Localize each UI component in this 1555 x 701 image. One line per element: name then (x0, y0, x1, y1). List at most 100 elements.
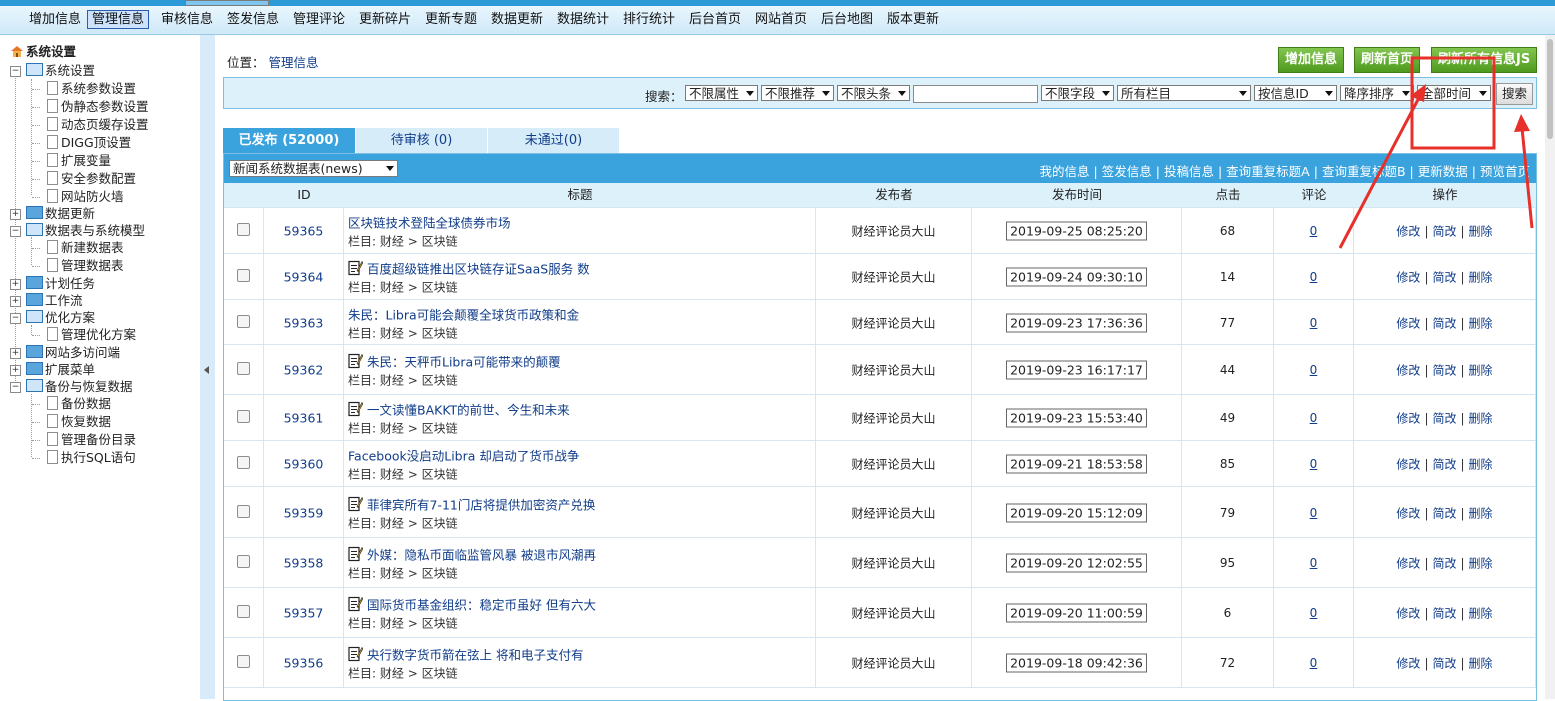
tree-expander[interactable]: + (10, 209, 21, 220)
row-comments-link[interactable]: 0 (1310, 411, 1318, 425)
edit-link[interactable]: 修改 (1396, 412, 1420, 426)
edit-link[interactable]: 修改 (1396, 506, 1420, 520)
attribute-select[interactable]: 不限属性 (685, 85, 758, 101)
menu-admin-home[interactable]: 后台首页 (685, 10, 745, 29)
row-author[interactable]: 财经评论员大山 (851, 225, 935, 239)
row-checkbox[interactable] (237, 456, 250, 469)
category-child-link[interactable]: 区块链 (422, 374, 458, 388)
tree-item-security[interactable]: 安全参数配置 (47, 170, 136, 187)
category-parent-link[interactable]: 财经 (380, 374, 404, 388)
row-comments-link[interactable]: 0 (1310, 224, 1318, 238)
edit-link[interactable]: 修改 (1396, 458, 1420, 472)
tree-item-backup-dir[interactable]: 管理备份目录 (47, 431, 136, 448)
row-title-link[interactable]: Facebook没启动Libra 却启动了货币战争 (348, 446, 815, 465)
field-select[interactable]: 不限字段 (1041, 85, 1114, 101)
tree-expander[interactable]: + (10, 348, 21, 359)
row-author[interactable]: 财经评论员大山 (851, 364, 935, 378)
category-child-link[interactable]: 区块链 (422, 281, 458, 295)
tree-expander[interactable]: + (10, 365, 21, 376)
tree-item-dynamic-cache[interactable]: 动态页缓存设置 (47, 116, 149, 133)
row-checkbox[interactable] (237, 605, 250, 618)
row-author[interactable]: 财经评论员大山 (851, 657, 935, 671)
row-author[interactable]: 财经评论员大山 (851, 607, 935, 621)
row-comments-link[interactable]: 0 (1310, 363, 1318, 377)
simple-edit-link[interactable]: 简改 (1432, 506, 1456, 520)
tree-expander[interactable]: − (10, 66, 21, 77)
row-title-link[interactable]: 央行数字货币箭在弦上 将和电子支付有 (348, 645, 815, 664)
tree-group-data-update[interactable]: 数据更新 (26, 205, 95, 222)
row-comments-link[interactable]: 0 (1310, 506, 1318, 520)
menu-data-update[interactable]: 数据更新 (487, 10, 547, 29)
data-table-select[interactable]: 新闻系统数据表(news) (229, 160, 398, 177)
order-select[interactable]: 降序排序 (1340, 85, 1414, 101)
edit-link[interactable]: 修改 (1396, 557, 1420, 571)
tree-item-extend-vars[interactable]: 扩展变量 (47, 152, 111, 169)
simple-edit-link[interactable]: 简改 (1432, 316, 1456, 330)
menu-add-info[interactable]: 增加信息 (25, 10, 85, 29)
delete-link[interactable]: 删除 (1469, 506, 1493, 520)
scrollbar-thumb[interactable] (1547, 39, 1553, 139)
sidebar-splitter[interactable] (200, 35, 215, 699)
simple-edit-link[interactable]: 简改 (1432, 225, 1456, 239)
row-checkbox[interactable] (237, 223, 250, 236)
tree-item-restore-data[interactable]: 恢复数据 (47, 413, 111, 430)
category-child-link[interactable]: 区块链 (422, 516, 458, 530)
tree-group-extend-menu[interactable]: 扩展菜单 (26, 361, 95, 378)
edit-link[interactable]: 修改 (1396, 607, 1420, 621)
delete-link[interactable]: 删除 (1469, 316, 1493, 330)
tree-expander[interactable]: + (10, 279, 21, 290)
tree-item-digg[interactable]: DIGG顶设置 (47, 134, 131, 151)
delete-link[interactable]: 删除 (1469, 557, 1493, 571)
tab-published[interactable]: 已发布 (52000) (223, 128, 355, 153)
quick-link-submitted-info[interactable]: 投稿信息 (1164, 164, 1214, 179)
menu-site-home[interactable]: 网站首页 (751, 10, 811, 29)
menu-review-info[interactable]: 审核信息 (157, 10, 217, 29)
quick-link-dup-title-b[interactable]: 查询重复标题B (1322, 164, 1406, 179)
menu-data-stats[interactable]: 数据统计 (553, 10, 613, 29)
simple-edit-link[interactable]: 简改 (1432, 412, 1456, 426)
column-header-time[interactable]: 发布时间 (972, 183, 1182, 207)
tree-item-new-table[interactable]: 新建数据表 (47, 239, 124, 256)
refresh-js-button[interactable]: 刷新所有信息JS (1431, 47, 1538, 73)
category-parent-link[interactable]: 财经 (380, 235, 404, 249)
tree-item-system-params[interactable]: 系统参数设置 (47, 80, 136, 97)
category-parent-link[interactable]: 财经 (380, 281, 404, 295)
menu-manage-info[interactable]: 管理信息 (87, 10, 150, 29)
edit-link[interactable]: 修改 (1396, 657, 1420, 671)
menu-rank-stats[interactable]: 排行统计 (619, 10, 679, 29)
simple-edit-link[interactable]: 简改 (1432, 557, 1456, 571)
tree-item-firewall[interactable]: 网站防火墙 (47, 188, 124, 205)
delete-link[interactable]: 删除 (1469, 607, 1493, 621)
delete-link[interactable]: 删除 (1469, 657, 1493, 671)
row-author[interactable]: 财经评论员大山 (851, 557, 935, 571)
delete-link[interactable]: 删除 (1469, 271, 1493, 285)
breadcrumb-link[interactable]: 管理信息 (269, 55, 319, 70)
row-checkbox[interactable] (237, 410, 250, 423)
row-title-link[interactable]: 区块链技术登陆全球债券市场 (348, 213, 815, 232)
row-author[interactable]: 财经评论员大山 (851, 316, 935, 330)
row-title-link[interactable]: 朱民：天秤币Libra可能带来的颠覆 (348, 352, 815, 371)
row-title-link[interactable]: 外媒：隐私币面临监管风暴 被退市风潮再 (348, 545, 815, 564)
simple-edit-link[interactable]: 简改 (1432, 271, 1456, 285)
simple-edit-link[interactable]: 简改 (1432, 607, 1456, 621)
collapse-arrow-icon[interactable] (204, 366, 209, 374)
tree-group-workflow[interactable]: 工作流 (26, 292, 83, 309)
tree-group-system-settings[interactable]: 系统设置 (26, 62, 95, 79)
tab-pending[interactable]: 待审核 (0) (356, 128, 487, 153)
row-title-link[interactable]: 国际货币基金组织：稳定币虽好 但有六大 (348, 595, 815, 614)
refresh-home-button[interactable]: 刷新首页 (1354, 47, 1421, 73)
category-parent-link[interactable]: 财经 (380, 567, 404, 581)
category-child-link[interactable]: 区块链 (422, 667, 458, 681)
menu-update-topics[interactable]: 更新专题 (421, 10, 481, 29)
tree-group-multi-access[interactable]: 网站多访问端 (26, 344, 120, 361)
quick-link-update-data[interactable]: 更新数据 (1418, 164, 1468, 179)
row-title-link[interactable]: 朱民：Libra可能会颠覆全球货币政策和金 (348, 304, 815, 323)
tree-item-manage-tables[interactable]: 管理数据表 (47, 257, 124, 274)
delete-link[interactable]: 删除 (1469, 225, 1493, 239)
column-header-clicks[interactable]: 点击 (1182, 183, 1274, 207)
simple-edit-link[interactable]: 简改 (1432, 458, 1456, 472)
edit-link[interactable]: 修改 (1396, 316, 1420, 330)
row-comments-link[interactable]: 0 (1310, 457, 1318, 471)
menu-admin-map[interactable]: 后台地图 (817, 10, 877, 29)
row-author[interactable]: 财经评论员大山 (851, 506, 935, 520)
